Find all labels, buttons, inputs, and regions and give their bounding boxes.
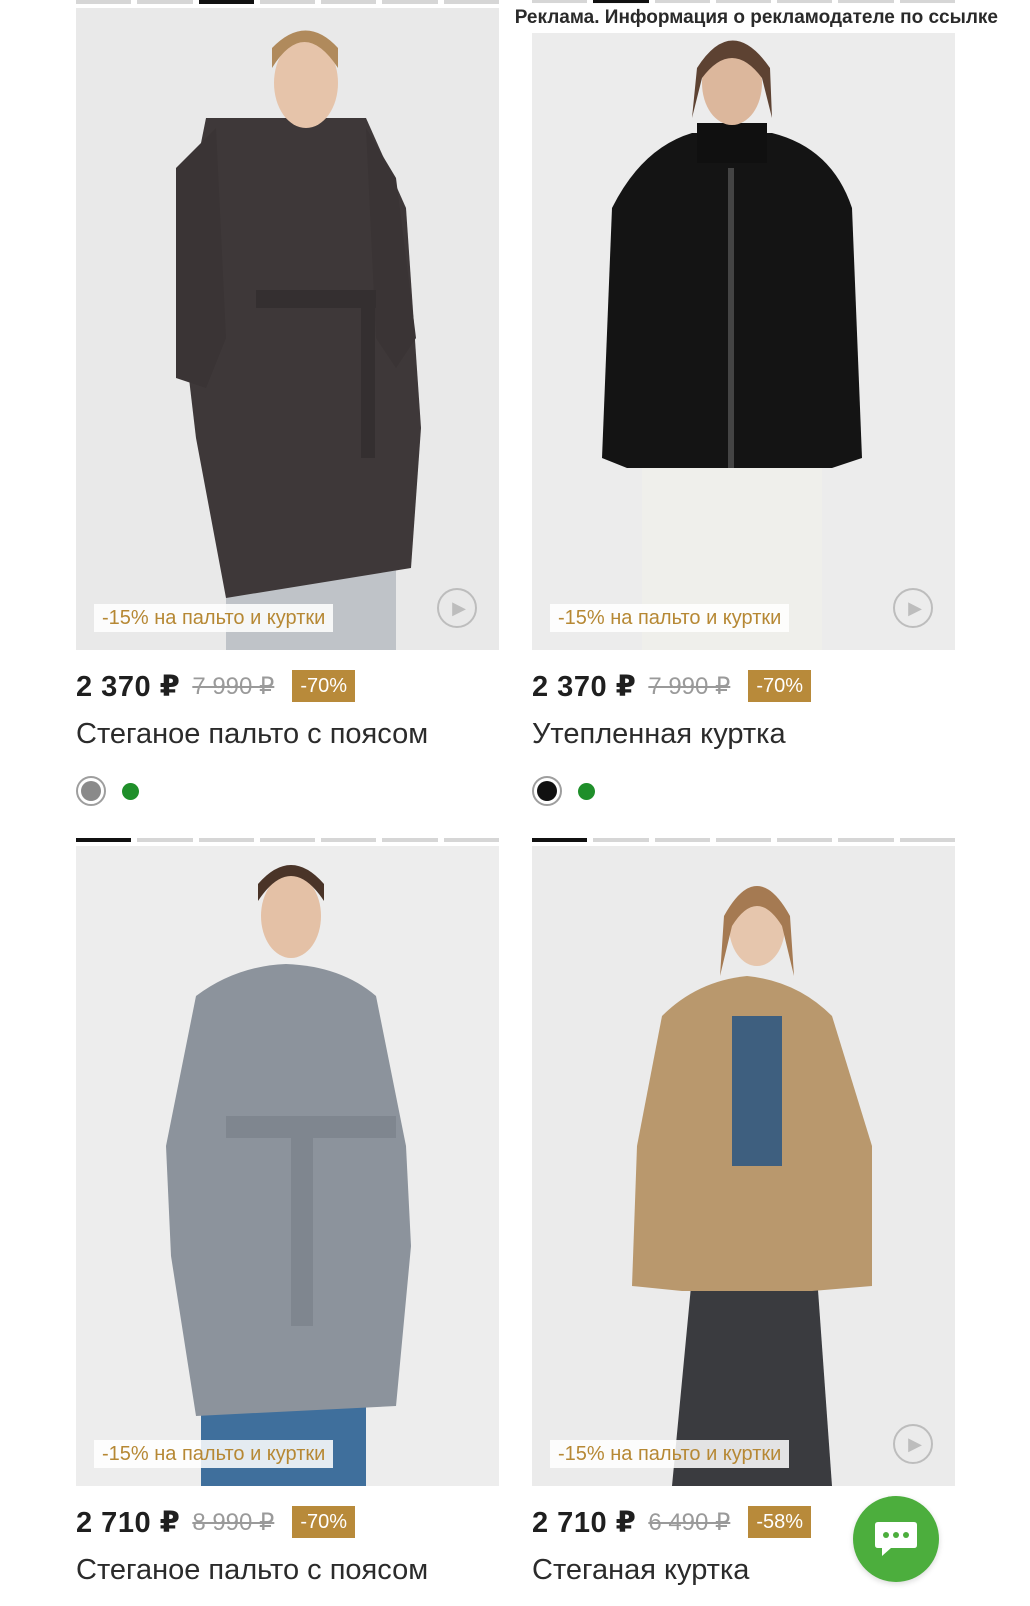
model-photo [76,846,499,1486]
price-row: 2 710 ₽ 6 490 ₽ -58% [532,1504,812,1540]
image-carousel-indicator [76,0,499,4]
price-row: 2 370 ₽ 7 990 ₽ -70% [76,668,356,704]
discount-badge: -58% [748,1506,812,1538]
product-title[interactable]: Стеганая куртка [532,1554,749,1587]
promo-label: -15% на пальто и куртки [550,604,790,632]
promo-label: -15% на пальто и куртки [550,1440,790,1468]
discount-badge: -70% [292,670,356,702]
color-swatches [532,776,595,806]
play-icon[interactable]: ▶ [437,588,477,628]
color-swatch[interactable] [122,782,139,800]
promo-label: -15% на пальто и куртки [94,1440,334,1468]
product-image[interactable]: -15% на пальто и куртки ▶ [76,8,499,650]
discount-badge: -70% [292,1506,356,1538]
model-photo [532,8,955,650]
current-price: 2 710 ₽ [76,1506,181,1539]
price-row: 2 710 ₽ 8 990 ₽ -70% [76,1504,356,1540]
old-price: 8 990 ₽ [192,1508,275,1536]
color-swatch[interactable] [578,782,595,800]
color-swatch-selected[interactable] [532,776,562,806]
product-title[interactable]: Стеганое пальто с поясом [76,1554,428,1587]
color-swatch-selected[interactable] [76,776,106,806]
model-photo [76,8,499,650]
ad-disclaimer[interactable]: Реклама. Информация о рекламодателе по с… [506,3,1006,33]
product-image[interactable]: -15% на пальто и куртки [76,846,499,1486]
price-row: 2 370 ₽ 7 990 ₽ -70% [532,668,812,704]
product-title[interactable]: Утепленная куртка [532,718,786,751]
image-carousel-indicator [532,838,955,842]
discount-badge: -70% [748,670,812,702]
chat-bubble-icon [875,1522,917,1556]
promo-label: -15% на пальто и куртки [94,604,334,632]
chat-button[interactable] [853,1496,939,1582]
old-price: 6 490 ₽ [648,1508,731,1536]
model-photo [532,846,955,1486]
old-price: 7 990 ₽ [648,672,731,700]
product-title[interactable]: Стеганое пальто с поясом [76,718,428,751]
image-carousel-indicator [76,838,499,842]
current-price: 2 370 ₽ [76,670,181,703]
play-icon[interactable]: ▶ [893,588,933,628]
play-icon[interactable]: ▶ [893,1424,933,1464]
current-price: 2 710 ₽ [532,1506,637,1539]
product-image[interactable]: -15% на пальто и куртки ▶ [532,846,955,1486]
product-image[interactable]: -15% на пальто и куртки ▶ [532,8,955,650]
old-price: 7 990 ₽ [192,672,275,700]
color-swatches [76,776,139,806]
current-price: 2 370 ₽ [532,670,637,703]
